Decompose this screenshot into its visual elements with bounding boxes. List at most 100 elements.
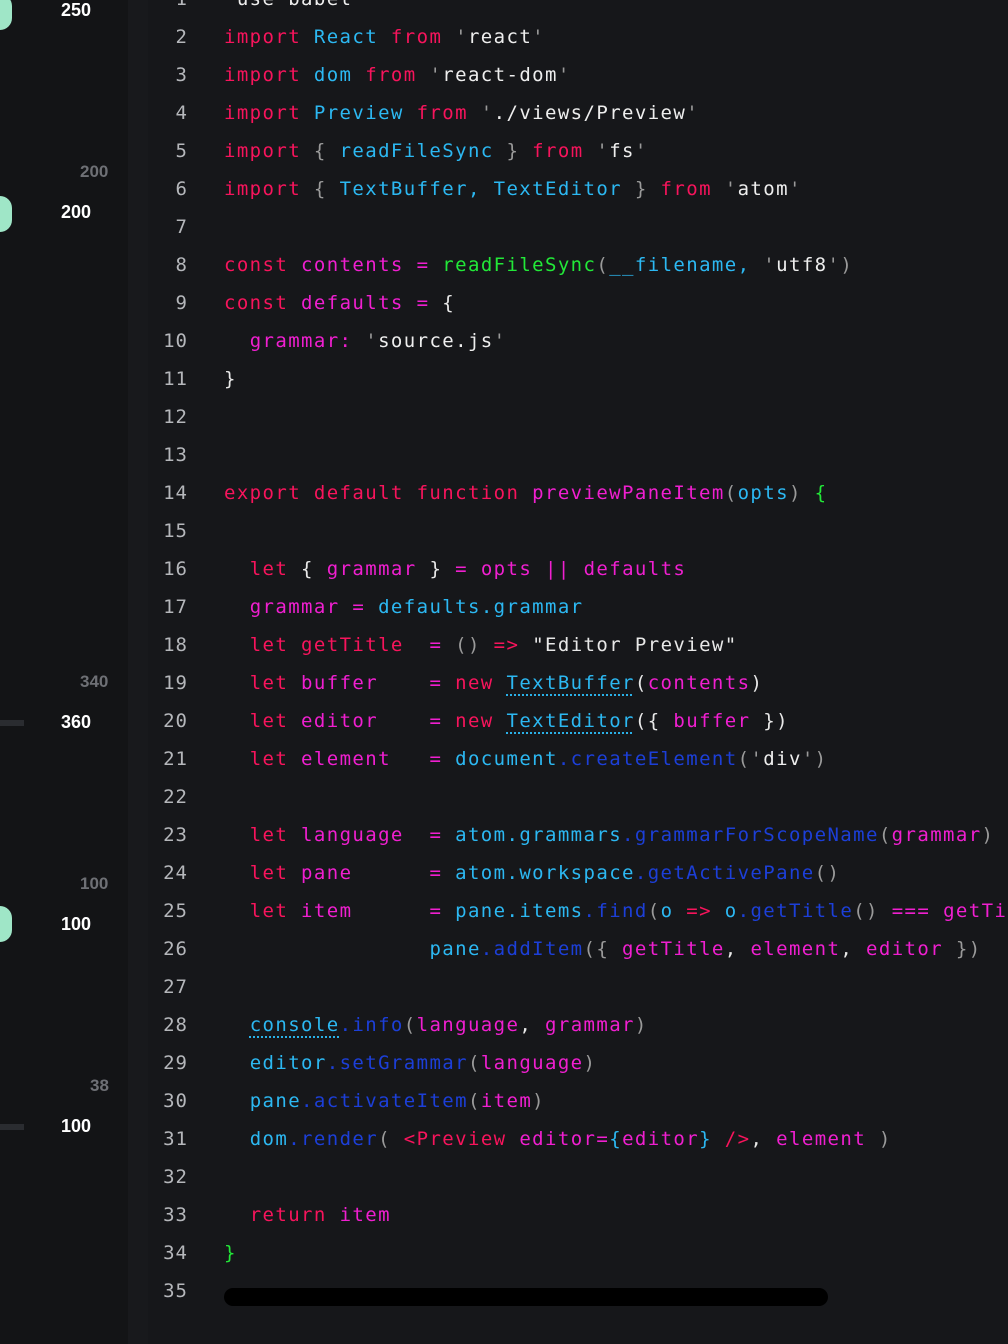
code-token: contents bbox=[647, 672, 751, 694]
line-number: 16 bbox=[163, 558, 188, 580]
value-label: 100 bbox=[61, 1116, 92, 1136]
code-token: ' bbox=[724, 178, 738, 200]
slider-knob[interactable] bbox=[0, 196, 12, 232]
code-line[interactable]: 18 let getTitle = () => "Editor Preview" bbox=[148, 626, 1008, 664]
code-token: dom bbox=[249, 1128, 289, 1150]
line-number: 8 bbox=[175, 254, 188, 276]
code-token: grammar bbox=[891, 824, 982, 846]
code-token: let bbox=[249, 862, 302, 884]
line-number: 20 bbox=[163, 710, 188, 732]
code-line[interactable]: 13 bbox=[148, 436, 1008, 474]
code-text: } bbox=[224, 1234, 237, 1272]
line-number: 17 bbox=[163, 596, 188, 618]
line-number: 25 bbox=[163, 900, 188, 922]
code-token: ' bbox=[596, 140, 610, 162]
code-line[interactable]: 21 let element = document.createElement(… bbox=[148, 740, 1008, 778]
code-token: = bbox=[352, 596, 379, 618]
code-line[interactable]: 12 bbox=[148, 398, 1008, 436]
code-token: } bbox=[634, 178, 661, 200]
code-line[interactable]: 9 const defaults = { bbox=[148, 284, 1008, 322]
code-line[interactable]: 34} bbox=[148, 1234, 1008, 1272]
code-token: ' bbox=[634, 140, 648, 162]
code-token: ( bbox=[737, 748, 751, 770]
code-line[interactable]: 3 import dom from 'react-dom' bbox=[148, 56, 1008, 94]
code-token: __filename, bbox=[609, 254, 764, 276]
code-line[interactable]: 19 let buffer = new TextBuffer(contents) bbox=[148, 664, 1008, 702]
code-text: 'use babel' bbox=[224, 0, 365, 18]
code-line[interactable]: 26 pane.addItem({ getTitle, element, edi… bbox=[148, 930, 1008, 968]
code-text: let item = pane.items.find(o => o.getTit… bbox=[224, 892, 1008, 930]
code-line[interactable]: 10 grammar: 'source.js' bbox=[148, 322, 1008, 360]
code-token: ' bbox=[365, 330, 379, 352]
code-line[interactable]: 4 import Preview from './views/Preview' bbox=[148, 94, 1008, 132]
code-line[interactable]: 32 bbox=[148, 1158, 1008, 1196]
slider-knob[interactable] bbox=[0, 0, 12, 30]
code-line[interactable]: 16 let { grammar } = opts || defaults bbox=[148, 550, 1008, 588]
line-number: 27 bbox=[163, 976, 188, 998]
code-token: getTitle bbox=[622, 938, 725, 960]
code-token: .getActivePane bbox=[634, 862, 815, 884]
code-token: = bbox=[416, 254, 443, 276]
code-line[interactable]: 33 return item bbox=[148, 1196, 1008, 1234]
code-token: <Preview bbox=[403, 1128, 520, 1150]
code-line[interactable]: 7 bbox=[148, 208, 1008, 246]
code-token: }) bbox=[955, 938, 982, 960]
code-line[interactable]: 5 import { readFileSync } from 'fs' bbox=[148, 132, 1008, 170]
code-line[interactable]: 23 let language = atom.grammars.grammarF… bbox=[148, 816, 1008, 854]
code-token: ) bbox=[840, 254, 854, 276]
code-token: let bbox=[249, 900, 302, 922]
line-number: 2 bbox=[175, 26, 188, 48]
code-line[interactable]: 14 export default function previewPaneIte… bbox=[148, 474, 1008, 512]
code-line[interactable]: 31 dom.render( <Preview editor={editor} … bbox=[148, 1120, 1008, 1158]
code-line[interactable]: 11} bbox=[148, 360, 1008, 398]
code-token: = bbox=[429, 900, 456, 922]
code-token: document bbox=[455, 748, 558, 770]
code-token: use babel bbox=[237, 0, 353, 10]
code-token: === bbox=[891, 900, 944, 922]
code-token: pane bbox=[429, 938, 481, 960]
code-text: let getTitle = () => "Editor Preview" bbox=[224, 626, 738, 664]
code-token: ({ bbox=[583, 938, 623, 960]
code-token: pane bbox=[301, 862, 430, 884]
code-line[interactable]: 29 editor.setGrammar(language) bbox=[148, 1044, 1008, 1082]
code-token: = bbox=[455, 558, 481, 580]
code-line[interactable]: 15 bbox=[148, 512, 1008, 550]
code-line[interactable]: 6 import { TextBuffer, TextEditor } from … bbox=[148, 170, 1008, 208]
code-token: editor bbox=[249, 1052, 327, 1074]
code-token: Preview bbox=[313, 102, 417, 124]
code-line[interactable]: 27 bbox=[148, 968, 1008, 1006]
code-line[interactable]: 2 import React from 'react' bbox=[148, 18, 1008, 56]
code-text: let buffer = new TextBuffer(contents) bbox=[224, 664, 763, 702]
code-token: source.js bbox=[378, 330, 494, 352]
code-line[interactable]: 25 let item = pane.items.find(o => o.get… bbox=[148, 892, 1008, 930]
line-number: 30 bbox=[163, 1090, 188, 1112]
slider-knob[interactable] bbox=[0, 906, 12, 942]
code-line[interactable]: 30 pane.activateItem(item) bbox=[148, 1082, 1008, 1120]
code-token: () bbox=[814, 862, 841, 884]
horizontal-scrollbar[interactable] bbox=[224, 1288, 828, 1306]
code-token: react bbox=[467, 26, 533, 48]
code-token: = bbox=[429, 710, 456, 732]
code-token: } bbox=[699, 1128, 725, 1150]
line-number: 10 bbox=[163, 330, 188, 352]
code-token: => bbox=[493, 634, 533, 656]
code-line[interactable]: 1 'use babel' bbox=[148, 0, 1008, 18]
app-window: 250 200 200 340 360 100 100 38 100 1'use… bbox=[0, 0, 1008, 1344]
code-token: const bbox=[224, 292, 302, 314]
code-line[interactable]: 20 let editor = new TextEditor({ buffer … bbox=[148, 702, 1008, 740]
code-line[interactable]: 8 const contents = readFileSync(__filenam… bbox=[148, 246, 1008, 284]
code-token: } bbox=[224, 1242, 237, 1264]
code-token: let bbox=[249, 710, 302, 732]
code-token: pane bbox=[249, 1090, 302, 1112]
code-token: react-dom bbox=[442, 64, 558, 86]
code-line[interactable]: 24 let pane = atom.workspace.getActivePa… bbox=[148, 854, 1008, 892]
code-line[interactable]: 17 grammar = defaults.grammar bbox=[148, 588, 1008, 626]
code-line[interactable]: 28 console.info(language, grammar) bbox=[148, 1006, 1008, 1044]
code-text: pane.addItem({ getTitle, element, editor… bbox=[224, 930, 982, 968]
code-editor[interactable]: 1'use babel'2import React from 'react'3i… bbox=[148, 0, 1008, 1344]
code-line[interactable]: 22 bbox=[148, 778, 1008, 816]
